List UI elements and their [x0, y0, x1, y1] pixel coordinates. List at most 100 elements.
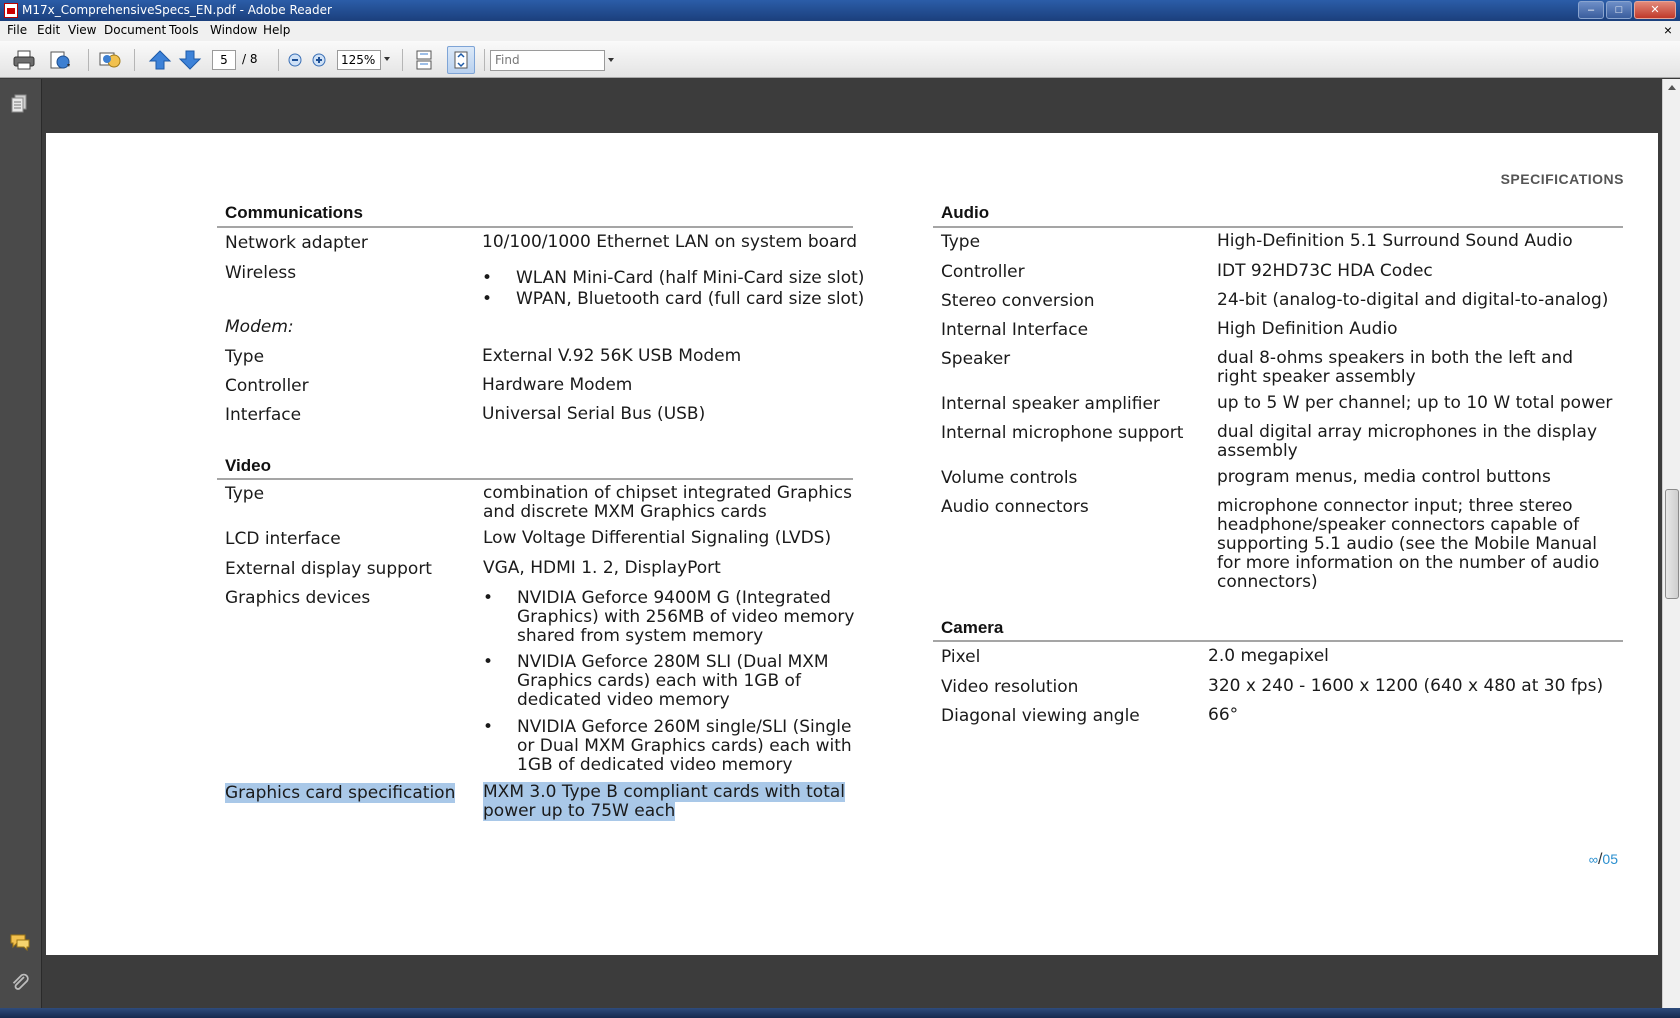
row-value: 24-bit (analog-to-digital and digital-to…: [1217, 290, 1609, 310]
pages-icon[interactable]: [9, 93, 31, 115]
row-value: VGA, HDMI 1. 2, DisplayPort: [483, 558, 721, 578]
list-item-text: NVIDIA Geforce 9400M G (Integrated Graph…: [517, 588, 855, 646]
row-value: 320 x 240 - 1600 x 1200 (640 x 480 at 30…: [1208, 676, 1604, 696]
collaborate-icon[interactable]: [98, 49, 122, 71]
section-divider: [217, 478, 853, 480]
row-label: Type: [941, 232, 981, 252]
scroll-mode-icon[interactable]: [412, 49, 436, 71]
row-value: High Definition Audio: [1217, 319, 1398, 339]
zoom-out-icon[interactable]: [287, 49, 303, 71]
menu-view[interactable]: View: [68, 23, 96, 37]
row-value: dual digital array microphones in the di…: [1217, 422, 1598, 461]
row-value-selected[interactable]: MXM 3.0 Type B compliant cards with tota…: [483, 782, 853, 821]
bullet-icon: •: [483, 717, 494, 737]
scrollbar-thumb[interactable]: [1665, 489, 1679, 599]
find-dropdown-arrow-icon[interactable]: [608, 58, 614, 62]
row-value: 2.0 megapixel: [1208, 646, 1329, 666]
row-value: External V.92 56K USB Modem: [482, 346, 742, 366]
bullet-icon: •: [483, 588, 494, 608]
row-label: Video resolution: [941, 677, 1079, 697]
comments-icon[interactable]: [9, 931, 31, 953]
section-divider: [933, 226, 1623, 228]
close-button[interactable]: ✕: [1634, 1, 1676, 19]
row-label: Stereo conversion: [941, 291, 1095, 311]
row-value: up to 5 W per channel; up to 10 W total …: [1217, 393, 1613, 413]
menu-bar: File Edit View Document Tools Window Hel…: [0, 21, 1680, 41]
menu-edit[interactable]: Edit: [37, 23, 60, 37]
taskbar: [0, 1008, 1680, 1018]
row-label: Internal speaker amplifier: [941, 394, 1160, 414]
pdf-page: SPECIFICATIONS Communications Network ad…: [46, 133, 1658, 955]
row-value: combination of chipset integrated Graphi…: [483, 483, 853, 522]
toolbar: 5 / 8 125% Find: [0, 41, 1680, 78]
row-label-selected[interactable]: Graphics card specification: [225, 783, 456, 803]
section-divider: [217, 226, 853, 228]
toolbar-separator: [402, 49, 403, 71]
minimize-button[interactable]: –: [1578, 1, 1604, 19]
row-label: Type: [225, 484, 265, 504]
row-value: 10/100/1000 Ethernet LAN on system board: [482, 232, 857, 252]
list-item: • NVIDIA Geforce 260M single/SLI (Single…: [483, 718, 863, 778]
maximize-button[interactable]: □: [1606, 1, 1632, 19]
list-item: • NVIDIA Geforce 9400M G (Integrated Gra…: [483, 589, 863, 649]
row-label: Diagonal viewing angle: [941, 706, 1140, 726]
previous-page-icon[interactable]: [148, 49, 172, 71]
selected-text[interactable]: Graphics card specification: [225, 783, 456, 803]
toolbar-separator: [278, 49, 279, 71]
menu-help[interactable]: Help: [263, 23, 290, 37]
scroll-up-arrow-icon[interactable]: [1668, 85, 1676, 90]
zoom-in-icon[interactable]: [311, 49, 327, 71]
row-value: Hardware Modem: [482, 375, 633, 395]
bullet-icon: •: [482, 289, 493, 309]
row-label: External display support: [225, 559, 432, 579]
zoom-dropdown-arrow-icon[interactable]: [384, 57, 390, 61]
adobe-reader-icon: [4, 3, 18, 18]
list-item-text: NVIDIA Geforce 280M SLI (Dual MXM Graphi…: [517, 652, 829, 710]
next-page-icon[interactable]: [178, 49, 202, 71]
selected-text[interactable]: power up to 75W each: [483, 801, 676, 821]
window-title: M17x_ComprehensiveSpecs_EN.pdf - Adobe R…: [22, 3, 332, 17]
fit-page-button[interactable]: [447, 46, 475, 74]
menu-file[interactable]: File: [7, 23, 27, 37]
fit-page-icon: [454, 51, 468, 69]
menu-document[interactable]: Document: [104, 23, 166, 37]
page-count: / 8: [242, 52, 258, 66]
print-icon[interactable]: [12, 49, 36, 71]
bullet-icon: •: [482, 268, 493, 288]
row-value: High-Definition 5.1 Surround Sound Audio: [1217, 231, 1573, 251]
row-label: Interface: [225, 405, 302, 425]
list-item: • NVIDIA Geforce 280M SLI (Dual MXM Grap…: [483, 653, 863, 713]
zoom-level-input[interactable]: 125%: [337, 50, 381, 70]
row-label: Volume controls: [941, 468, 1078, 488]
toolbar-separator: [134, 49, 135, 71]
row-label: LCD interface: [225, 529, 341, 549]
toolbar-separator: [88, 49, 89, 71]
vertical-scrollbar[interactable]: [1662, 79, 1680, 1008]
row-label: Controller: [941, 262, 1025, 282]
row-value: Universal Serial Bus (USB): [482, 404, 706, 424]
page-number: ∞/05: [1588, 851, 1618, 868]
find-input[interactable]: Find: [490, 50, 605, 71]
row-label: Wireless: [225, 263, 297, 283]
row-value: Low Voltage Differential Signaling (LVDS…: [483, 528, 832, 548]
row-value: program menus, media control buttons: [1217, 467, 1551, 487]
current-page-input[interactable]: 5: [212, 50, 236, 70]
row-value: IDT 92HD73C HDA Codec: [1217, 261, 1433, 281]
menu-tools[interactable]: Tools: [169, 23, 199, 37]
row-label: Audio connectors: [941, 497, 1089, 517]
share-icon[interactable]: [48, 49, 72, 71]
menu-window[interactable]: Window: [210, 23, 257, 37]
row-value: dual 8-ohms speakers in both the left an…: [1217, 348, 1574, 387]
attachments-icon[interactable]: [9, 972, 31, 994]
selected-text[interactable]: MXM 3.0 Type B compliant cards with tota…: [483, 782, 845, 802]
section-title-communications: Communications: [225, 203, 363, 222]
section-title-camera: Camera: [941, 618, 1004, 637]
row-label: Pixel: [941, 647, 981, 667]
row-value: 66°: [1208, 705, 1239, 725]
close-document-icon[interactable]: ×: [1664, 22, 1672, 38]
window-controls: – □ ✕: [1576, 1, 1676, 19]
subsection-label-modem: Modem:: [225, 317, 294, 337]
row-value: microphone connector input; three stereo…: [1217, 496, 1600, 592]
title-bar: M17x_ComprehensiveSpecs_EN.pdf - Adobe R…: [0, 0, 1680, 21]
row-label: Type: [225, 347, 265, 367]
